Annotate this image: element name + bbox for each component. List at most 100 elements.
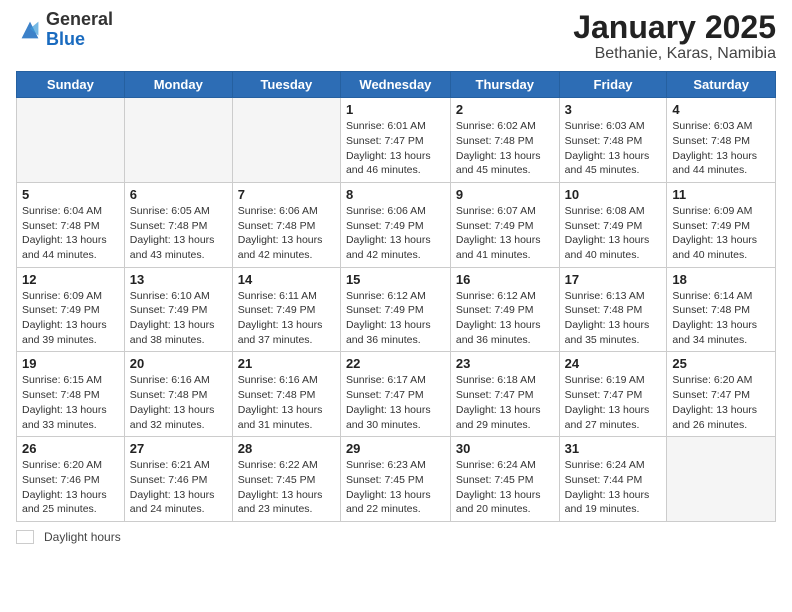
logo-icon <box>16 16 44 44</box>
day-number: 11 <box>672 187 770 202</box>
calendar-week-row: 12Sunrise: 6:09 AM Sunset: 7:49 PM Dayli… <box>17 267 776 352</box>
logo: General Blue <box>16 10 113 50</box>
calendar-cell: 4 Sunrise: 6:03 AM Sunset: 7:48 PM Daylig… <box>667 98 776 183</box>
day-info: Sunrise: 6:12 AM Sunset: 7:49 PM Dayligh… <box>346 289 445 348</box>
day-number: 25 <box>672 356 770 371</box>
day-number: 15 <box>346 272 445 287</box>
logo-general: General <box>46 10 113 30</box>
calendar-cell: 3Sunrise: 6:03 AM Sunset: 7:48 PM Daylig… <box>559 98 667 183</box>
calendar-cell: 2 Sunrise: 6:02 AM Sunset: 7:48 PM Daylig… <box>450 98 559 183</box>
calendar-cell: 14Sunrise: 6:11 AM Sunset: 7:49 PM Dayli… <box>232 267 340 352</box>
calendar-cell: 16 Sunrise: 6:12 AM Sunset: 7:49 PM Dayli… <box>450 267 559 352</box>
day-number: 10 <box>565 187 662 202</box>
weekday-header: Saturday <box>667 72 776 98</box>
weekday-header: Thursday <box>450 72 559 98</box>
calendar-cell: 10 Sunrise: 6:08 AM Sunset: 7:49 PM Dayli… <box>559 182 667 267</box>
day-info: Sunrise: 6:24 AM Sunset: 7:45 PM Dayligh… <box>456 458 554 517</box>
day-info: Sunrise: 6:01 AM Sunset: 7:47 PM Dayligh… <box>346 119 445 178</box>
day-info: Sunrise: 6:06 AM Sunset: 7:48 PM Dayligh… <box>238 204 335 263</box>
header: General Blue January 2025 Bethanie, Kara… <box>16 10 776 63</box>
title-block: January 2025 Bethanie, Karas, Namibia <box>573 10 776 63</box>
day-info: Sunrise: 6:07 AM Sunset: 7:49 PM Dayligh… <box>456 204 554 263</box>
calendar-cell: 17 Sunrise: 6:13 AM Sunset: 7:48 PM Dayli… <box>559 267 667 352</box>
day-number: 4 <box>672 102 770 117</box>
day-info: Sunrise: 6:05 AM Sunset: 7:48 PM Dayligh… <box>130 204 227 263</box>
day-number: 23 <box>456 356 554 371</box>
day-info: Sunrise: 6:02 AM Sunset: 7:48 PM Dayligh… <box>456 119 554 178</box>
legend-box <box>16 530 34 544</box>
weekday-header-row: SundayMondayTuesdayWednesdayThursdayFrid… <box>17 72 776 98</box>
calendar-table: SundayMondayTuesdayWednesdayThursdayFrid… <box>16 71 776 522</box>
calendar-cell: 1 Sunrise: 6:01 AM Sunset: 7:47 PM Daylig… <box>340 98 450 183</box>
day-number: 13 <box>130 272 227 287</box>
day-info: Sunrise: 6:22 AM Sunset: 7:45 PM Dayligh… <box>238 458 335 517</box>
day-info: Sunrise: 6:13 AM Sunset: 7:48 PM Dayligh… <box>565 289 662 348</box>
footer: Daylight hours <box>16 530 776 544</box>
calendar-cell: 6 Sunrise: 6:05 AM Sunset: 7:48 PM Daylig… <box>124 182 232 267</box>
day-number: 7 <box>238 187 335 202</box>
day-number: 1 <box>346 102 445 117</box>
calendar-cell: 28Sunrise: 6:22 AM Sunset: 7:45 PM Dayli… <box>232 437 340 522</box>
calendar-page: General Blue January 2025 Bethanie, Kara… <box>0 0 792 612</box>
calendar-week-row: 26Sunrise: 6:20 AM Sunset: 7:46 PM Dayli… <box>17 437 776 522</box>
day-number: 26 <box>22 441 119 456</box>
day-info: Sunrise: 6:12 AM Sunset: 7:49 PM Dayligh… <box>456 289 554 348</box>
day-number: 19 <box>22 356 119 371</box>
day-info: Sunrise: 6:06 AM Sunset: 7:49 PM Dayligh… <box>346 204 445 263</box>
calendar-cell: 9Sunrise: 6:07 AM Sunset: 7:49 PM Daylig… <box>450 182 559 267</box>
day-info: Sunrise: 6:20 AM Sunset: 7:47 PM Dayligh… <box>672 373 770 432</box>
calendar-cell <box>667 437 776 522</box>
day-number: 16 <box>456 272 554 287</box>
day-number: 8 <box>346 187 445 202</box>
calendar-week-row: 5Sunrise: 6:04 AM Sunset: 7:48 PM Daylig… <box>17 182 776 267</box>
calendar-cell <box>17 98 125 183</box>
day-info: Sunrise: 6:09 AM Sunset: 7:49 PM Dayligh… <box>672 204 770 263</box>
calendar-cell: 15 Sunrise: 6:12 AM Sunset: 7:49 PM Dayli… <box>340 267 450 352</box>
calendar-cell: 25 Sunrise: 6:20 AM Sunset: 7:47 PM Dayli… <box>667 352 776 437</box>
day-info: Sunrise: 6:16 AM Sunset: 7:48 PM Dayligh… <box>238 373 335 432</box>
calendar-cell: 26Sunrise: 6:20 AM Sunset: 7:46 PM Dayli… <box>17 437 125 522</box>
day-info: Sunrise: 6:11 AM Sunset: 7:49 PM Dayligh… <box>238 289 335 348</box>
day-number: 17 <box>565 272 662 287</box>
day-number: 29 <box>346 441 445 456</box>
day-info: Sunrise: 6:24 AM Sunset: 7:44 PM Dayligh… <box>565 458 662 517</box>
day-number: 6 <box>130 187 227 202</box>
calendar-cell: 19 Sunrise: 6:15 AM Sunset: 7:48 PM Dayli… <box>17 352 125 437</box>
calendar-week-row: 19 Sunrise: 6:15 AM Sunset: 7:48 PM Dayli… <box>17 352 776 437</box>
weekday-header: Friday <box>559 72 667 98</box>
day-info: Sunrise: 6:16 AM Sunset: 7:48 PM Dayligh… <box>130 373 227 432</box>
calendar-cell: 18Sunrise: 6:14 AM Sunset: 7:48 PM Dayli… <box>667 267 776 352</box>
day-number: 2 <box>456 102 554 117</box>
title-location: Bethanie, Karas, Namibia <box>573 45 776 63</box>
calendar-cell <box>232 98 340 183</box>
calendar-cell: 29 Sunrise: 6:23 AM Sunset: 7:45 PM Dayli… <box>340 437 450 522</box>
calendar-cell: 11 Sunrise: 6:09 AM Sunset: 7:49 PM Dayli… <box>667 182 776 267</box>
day-info: Sunrise: 6:23 AM Sunset: 7:45 PM Dayligh… <box>346 458 445 517</box>
calendar-cell: 30 Sunrise: 6:24 AM Sunset: 7:45 PM Dayli… <box>450 437 559 522</box>
day-info: Sunrise: 6:08 AM Sunset: 7:49 PM Dayligh… <box>565 204 662 263</box>
day-number: 24 <box>565 356 662 371</box>
calendar-cell: 22Sunrise: 6:17 AM Sunset: 7:47 PM Dayli… <box>340 352 450 437</box>
day-info: Sunrise: 6:09 AM Sunset: 7:49 PM Dayligh… <box>22 289 119 348</box>
day-info: Sunrise: 6:03 AM Sunset: 7:48 PM Dayligh… <box>672 119 770 178</box>
calendar-cell: 13 Sunrise: 6:10 AM Sunset: 7:49 PM Dayli… <box>124 267 232 352</box>
calendar-cell: 27Sunrise: 6:21 AM Sunset: 7:46 PM Dayli… <box>124 437 232 522</box>
weekday-header: Tuesday <box>232 72 340 98</box>
day-number: 18 <box>672 272 770 287</box>
logo-blue: Blue <box>46 30 113 50</box>
calendar-cell: 7 Sunrise: 6:06 AM Sunset: 7:48 PM Daylig… <box>232 182 340 267</box>
calendar-cell <box>124 98 232 183</box>
day-info: Sunrise: 6:19 AM Sunset: 7:47 PM Dayligh… <box>565 373 662 432</box>
calendar-cell: 20 Sunrise: 6:16 AM Sunset: 7:48 PM Dayli… <box>124 352 232 437</box>
calendar-week-row: 1 Sunrise: 6:01 AM Sunset: 7:47 PM Daylig… <box>17 98 776 183</box>
title-month: January 2025 <box>573 10 776 45</box>
day-info: Sunrise: 6:03 AM Sunset: 7:48 PM Dayligh… <box>565 119 662 178</box>
day-number: 20 <box>130 356 227 371</box>
weekday-header: Wednesday <box>340 72 450 98</box>
day-info: Sunrise: 6:17 AM Sunset: 7:47 PM Dayligh… <box>346 373 445 432</box>
day-info: Sunrise: 6:10 AM Sunset: 7:49 PM Dayligh… <box>130 289 227 348</box>
logo-text: General Blue <box>46 10 113 50</box>
day-number: 30 <box>456 441 554 456</box>
calendar-cell: 8 Sunrise: 6:06 AM Sunset: 7:49 PM Daylig… <box>340 182 450 267</box>
day-info: Sunrise: 6:15 AM Sunset: 7:48 PM Dayligh… <box>22 373 119 432</box>
